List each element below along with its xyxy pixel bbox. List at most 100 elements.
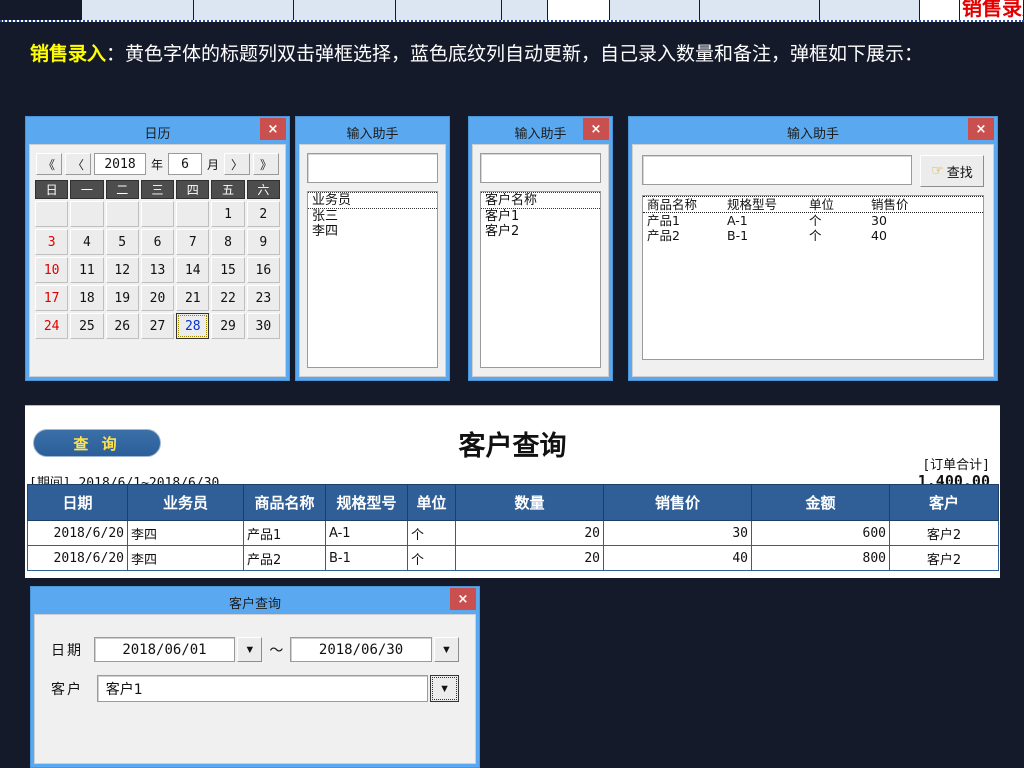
customer-dropdown-icon[interactable]: ▼ <box>430 675 459 702</box>
month-input[interactable]: 6 <box>168 153 203 175</box>
find-button[interactable]: ☞ 查找 <box>920 155 984 187</box>
spreadsheet-strip: 销售录入 <box>0 0 1024 22</box>
staff-helper-title-label: 输入助手 <box>346 126 399 142</box>
calendar-day[interactable]: 23 <box>246 285 280 311</box>
customer-search-input[interactable] <box>480 153 601 183</box>
year-input[interactable]: 2018 <box>94 153 146 175</box>
close-icon[interactable]: × <box>583 118 609 140</box>
calendar-weekday: 四 <box>176 180 210 199</box>
column-header: 业务员 <box>127 484 244 521</box>
year-unit-label: 年 <box>151 157 164 172</box>
date-to-dropdown-icon[interactable]: ▼ <box>433 637 459 662</box>
order-total-label: [订单合计] <box>922 458 990 473</box>
calendar-day[interactable]: 14 <box>176 257 210 283</box>
list-item[interactable]: 张三 <box>308 209 437 224</box>
table-row[interactable]: 2018/6/20 李四 产品1 A-1 个 20 30 600 客户2 <box>27 520 999 546</box>
calendar-day[interactable]: 10 <box>35 257 69 283</box>
cell: 40 <box>871 228 887 243</box>
date-range-row: 日期 2018/06/01 ▼ ～ 2018/06/30 ▼ <box>51 637 459 662</box>
date-from-dropdown-icon[interactable]: ▼ <box>237 637 263 662</box>
close-icon[interactable]: × <box>260 118 286 140</box>
staff-helper-body: 业务员 张三 李四 <box>299 144 446 377</box>
calendar-day[interactable]: 11 <box>70 257 104 283</box>
calendar-week-row: 3456789 <box>34 228 281 256</box>
calendar-title-label: 日历 <box>144 126 171 142</box>
input-helper-staff-dialog: 输入助手 业务员 张三 李四 <box>295 116 450 381</box>
calendar-day[interactable]: 15 <box>211 257 245 283</box>
customer-query-body: 日期 2018/06/01 ▼ ～ 2018/06/30 ▼ 客户 客户1 ▼ <box>34 614 476 764</box>
spreadsheet-cell <box>0 0 82 20</box>
calendar-day[interactable]: 27 <box>140 313 175 339</box>
table-row[interactable]: 2018/6/20 李四 产品2 B-1 个 20 40 800 客户2 <box>27 545 999 571</box>
staff-helper-titlebar: 输入助手 <box>299 120 446 144</box>
calendar-day[interactable]: 6 <box>140 229 175 255</box>
calendar-day[interactable]: 20 <box>140 285 175 311</box>
table-cell: 2018/6/20 <box>27 545 128 571</box>
calendar-day[interactable]: 21 <box>176 285 210 311</box>
date-from-input[interactable]: 2018/06/01 <box>93 637 236 662</box>
date-range-separator: ～ <box>269 642 284 659</box>
calendar-day[interactable]: 16 <box>246 257 280 283</box>
calendar-day-empty <box>70 201 104 227</box>
calendar-titlebar: 日历 × <box>29 118 286 144</box>
calendar-week-row: 12 <box>34 200 281 228</box>
spreadsheet-cell <box>700 0 820 20</box>
column-header: 销售价 <box>871 197 909 212</box>
list-item[interactable]: 客户1 <box>481 209 600 224</box>
last-year-button[interactable]: 》 <box>253 153 280 175</box>
calendar-day[interactable]: 17 <box>35 285 69 311</box>
list-item[interactable]: 客户2 <box>481 224 600 239</box>
list-item[interactable]: 产品1 A-1 个 30 <box>643 213 983 228</box>
calendar-day[interactable]: 29 <box>211 313 245 339</box>
staff-search-input[interactable] <box>307 153 438 183</box>
column-header: 单位 <box>407 484 456 521</box>
calendar-day[interactable]: 5 <box>105 229 139 255</box>
list-item[interactable]: 李四 <box>308 224 437 239</box>
calendar-day[interactable]: 19 <box>105 285 139 311</box>
calendar-week-row: 10 11 12 13 14 15 16 <box>34 256 281 284</box>
table-cell: 客户2 <box>889 545 999 571</box>
calendar-day[interactable]: 13 <box>140 257 175 283</box>
report-table: 日期 业务员 商品名称 规格型号 单位 数量 销售价 金额 客户 2018/6/20 李四 产品1 A… <box>27 484 999 571</box>
calendar-day[interactable]: 25 <box>70 313 104 339</box>
prev-month-button[interactable]: 〈 <box>65 153 91 175</box>
calendar-day[interactable]: 28 <box>176 313 210 339</box>
calendar-day[interactable]: 7 <box>176 229 210 255</box>
calendar-dialog: 日历 × 《 〈 2018 年 6 月 〉 》 日一二三四五六123456789… <box>25 116 290 381</box>
calendar-day[interactable]: 4 <box>70 229 104 255</box>
customer-row: 客户 客户1 ▼ <box>51 675 459 702</box>
calendar-day[interactable]: 9 <box>246 229 280 255</box>
calendar-day[interactable]: 12 <box>105 257 139 283</box>
calendar-weekday-row: 日一二三四五六 <box>34 179 281 200</box>
report-panel: 查 询 客户查询 [订单合计] 1,400.00 [期间] 2018/6/1~2… <box>25 405 1000 578</box>
calendar-day[interactable]: 18 <box>70 285 104 311</box>
calendar-day[interactable]: 8 <box>211 229 245 255</box>
customer-query-title-label: 客户查询 <box>228 596 281 612</box>
list-item[interactable]: 产品2 B-1 个 40 <box>643 228 983 243</box>
product-grid: 商品名称 规格型号 单位 销售价 产品1 A-1 个 30 产品2 B-1 个 40 <box>642 195 984 360</box>
next-month-button[interactable]: 〉 <box>224 153 251 175</box>
input-helper-customer-dialog: 输入助手 × 客户名称 客户1 客户2 <box>468 116 613 381</box>
close-icon[interactable]: × <box>450 588 476 610</box>
calendar-day-empty <box>105 201 139 227</box>
customer-input[interactable]: 客户1 <box>96 675 429 702</box>
table-cell: 2018/6/20 <box>27 520 128 546</box>
calendar-weekday: 日 <box>35 180 69 199</box>
calendar-day[interactable]: 24 <box>35 313 69 339</box>
calendar-day[interactable]: 30 <box>246 313 280 339</box>
calendar-weekday: 一 <box>70 180 104 199</box>
staff-list: 业务员 张三 李四 <box>307 191 438 368</box>
close-icon[interactable]: × <box>968 118 994 140</box>
first-year-button[interactable]: 《 <box>36 153 62 175</box>
calendar-day[interactable]: 26 <box>105 313 139 339</box>
calendar-day[interactable]: 22 <box>211 285 245 311</box>
table-cell: 李四 <box>127 545 244 571</box>
product-search-input[interactable] <box>642 155 912 185</box>
caption-rest: ：黄色字体的标题列双击弹框选择，蓝色底纹列自动更新，自己录入数量和备注，弹框如下… <box>106 43 924 65</box>
calendar-day[interactable]: 3 <box>35 229 69 255</box>
calendar-day[interactable]: 1 <box>211 201 245 227</box>
date-to-input[interactable]: 2018/06/30 <box>290 637 432 662</box>
column-header: 规格型号 <box>325 484 408 521</box>
calendar-day[interactable]: 2 <box>246 201 280 227</box>
table-cell: 20 <box>455 520 604 546</box>
